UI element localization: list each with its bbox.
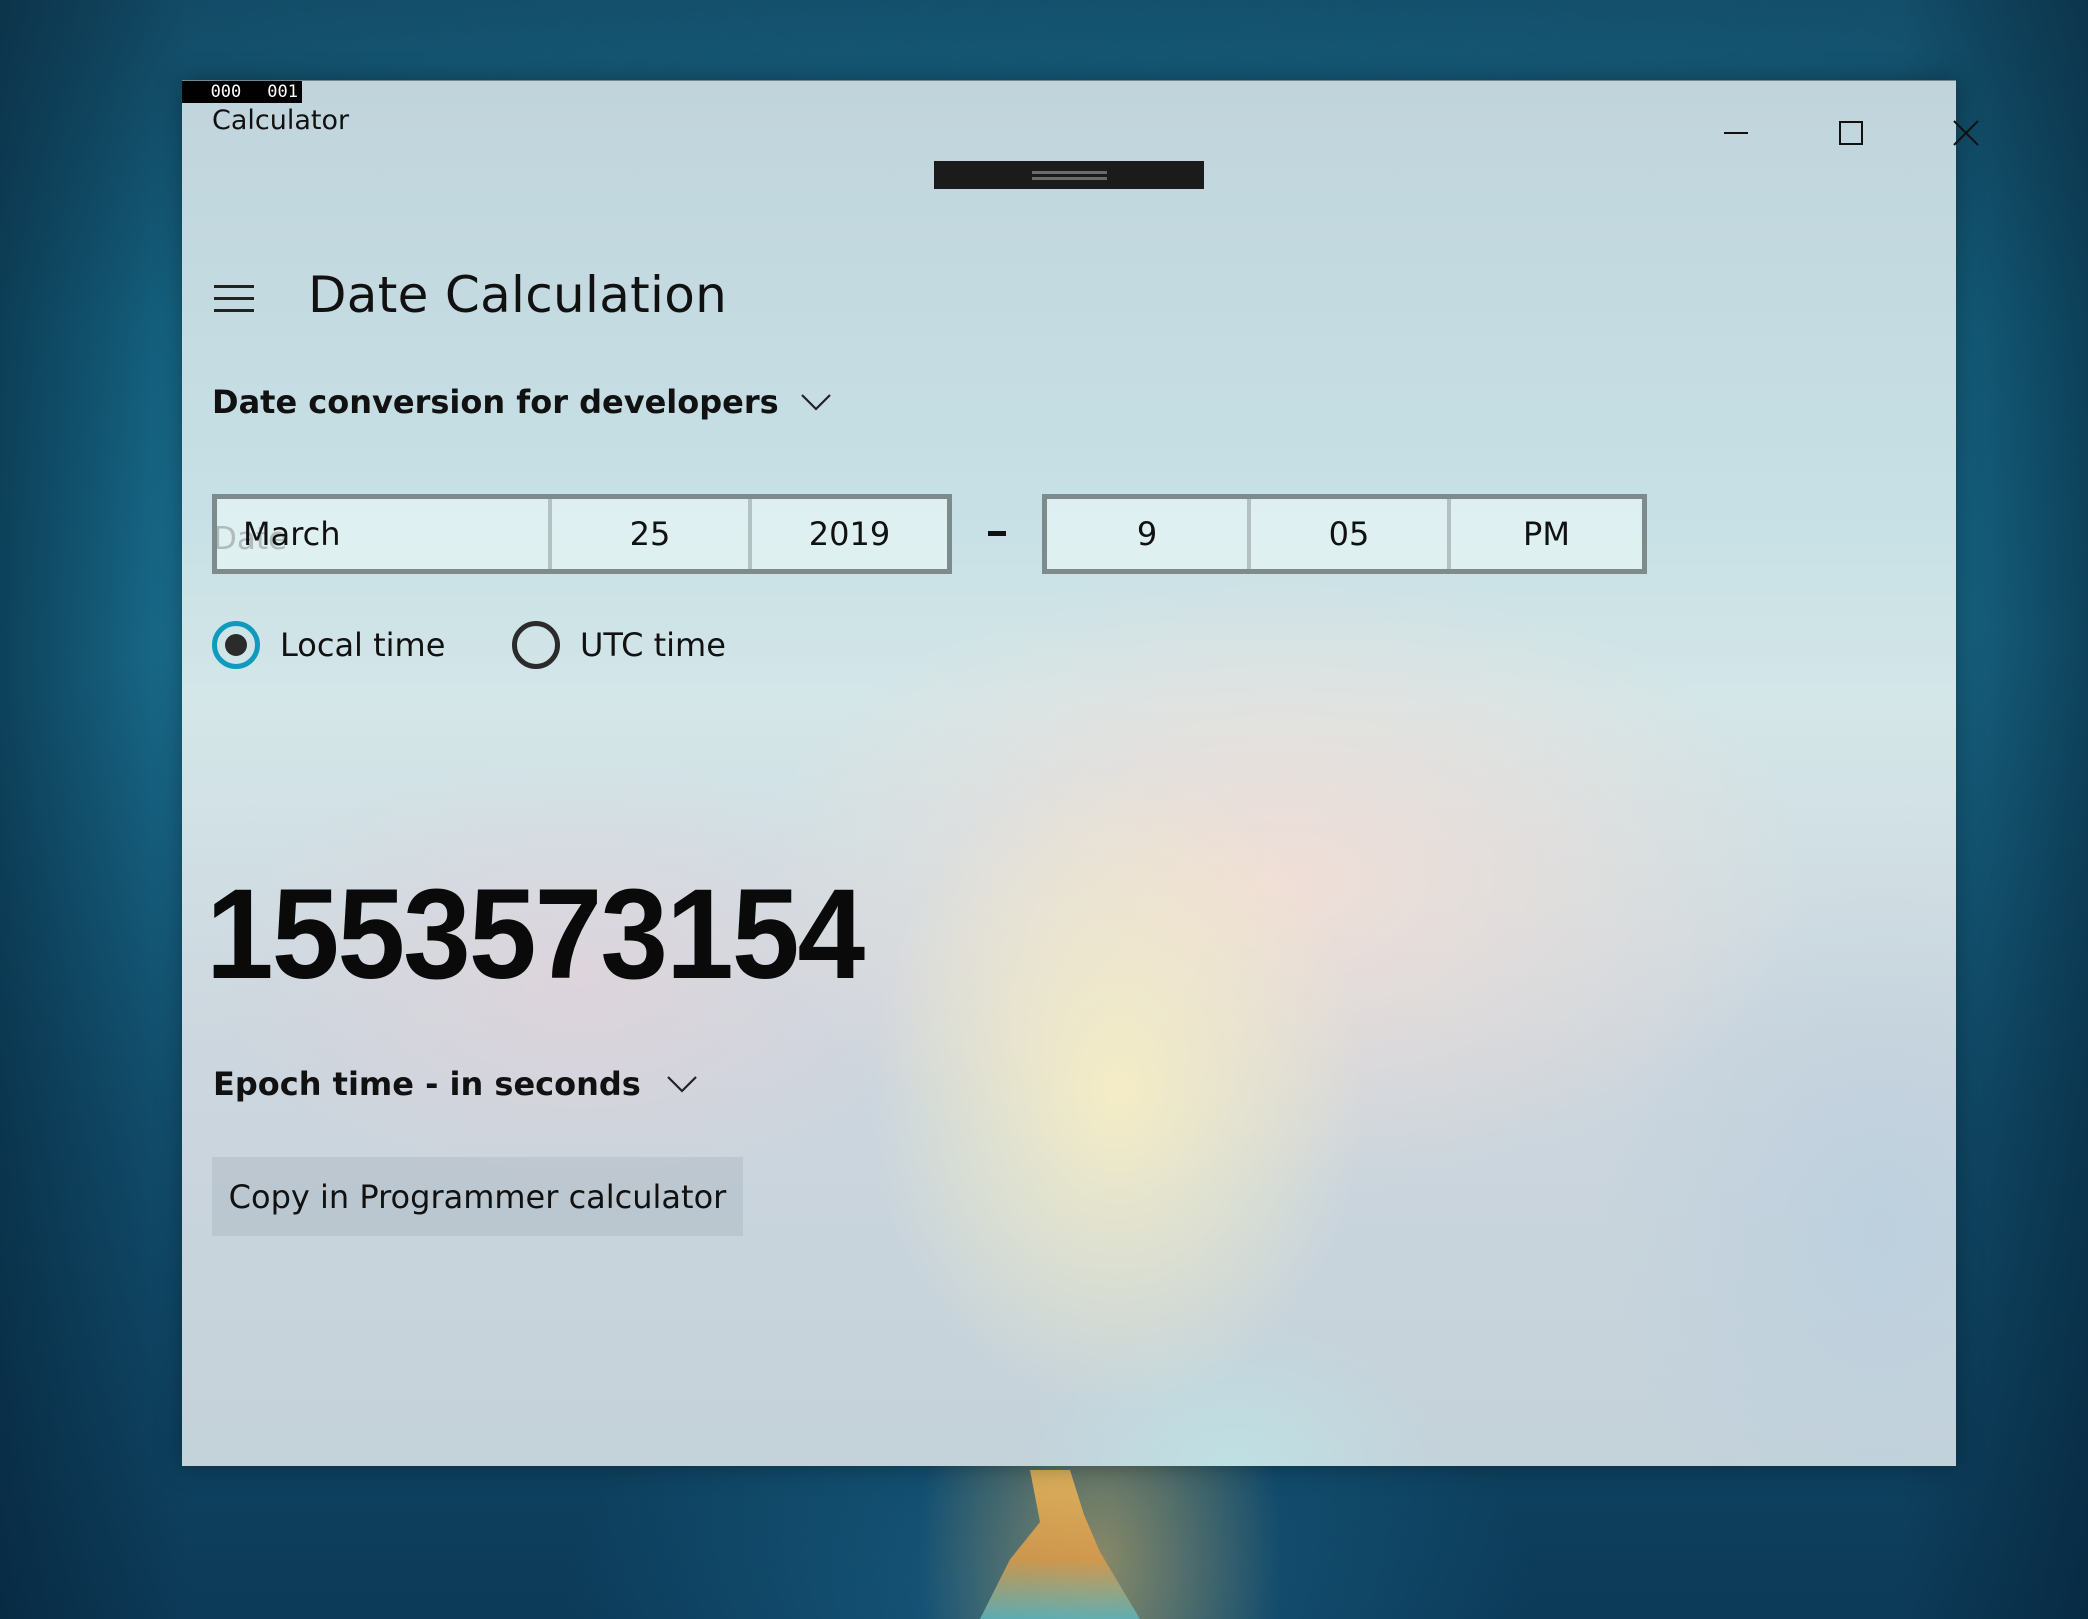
unit-dropdown[interactable]: Epoch time - in seconds bbox=[213, 1065, 697, 1103]
hamburger-menu-icon-bar bbox=[214, 297, 254, 300]
day-selector[interactable]: 25 bbox=[548, 499, 748, 569]
period-selector[interactable]: PM bbox=[1447, 499, 1642, 569]
hour-selector[interactable]: 9 bbox=[1047, 499, 1247, 569]
time-picker[interactable]: 9 05 PM bbox=[1042, 494, 1647, 574]
gripper-line bbox=[1032, 177, 1107, 180]
drag-gripper-handle[interactable] bbox=[934, 161, 1204, 189]
date-time-separator bbox=[988, 531, 1006, 536]
month-selector[interactable]: March bbox=[217, 499, 548, 569]
chevron-down-icon bbox=[667, 1076, 697, 1093]
maximize-button[interactable] bbox=[1793, 101, 1908, 165]
local-time-label: Local time bbox=[280, 626, 446, 664]
utc-time-radio[interactable]: UTC time bbox=[512, 621, 726, 669]
date-picker[interactable]: March 25 2019 bbox=[212, 494, 952, 574]
unit-dropdown-label: Epoch time - in seconds bbox=[213, 1065, 641, 1103]
local-time-radio[interactable]: Local time bbox=[212, 621, 445, 669]
close-icon bbox=[1952, 120, 1979, 146]
minimize-button[interactable] bbox=[1678, 101, 1793, 165]
hamburger-menu-icon-bar bbox=[214, 309, 254, 312]
navigation-menu-button[interactable] bbox=[210, 281, 254, 321]
radio-checked-icon bbox=[212, 621, 260, 669]
year-selector[interactable]: 2019 bbox=[748, 499, 947, 569]
gripper-line bbox=[1032, 171, 1107, 174]
debug-counter-b: 001 bbox=[267, 82, 298, 102]
radio-unchecked-icon bbox=[512, 621, 560, 669]
mode-dropdown-label: Date conversion for developers bbox=[212, 383, 779, 421]
debug-counter-a: 000 bbox=[210, 82, 242, 102]
result-value: 1553573154 bbox=[206, 863, 865, 1006]
chevron-down-icon bbox=[800, 394, 831, 411]
hamburger-menu-icon bbox=[214, 285, 254, 288]
close-button[interactable] bbox=[1908, 101, 2023, 165]
mode-dropdown[interactable]: Date conversion for developers bbox=[212, 383, 831, 421]
page-title: Date Calculation bbox=[308, 266, 728, 324]
copy-in-programmer-button[interactable]: Copy in Programmer calculator bbox=[212, 1157, 743, 1236]
minimize-icon bbox=[1723, 132, 1748, 134]
maximize-icon bbox=[1838, 121, 1863, 145]
window-title: Calculator bbox=[212, 105, 350, 136]
calculator-window: 000 001 Calculator Date Calculation Date… bbox=[182, 80, 1979, 1466]
debug-frame-counter: 000 001 bbox=[182, 81, 302, 103]
minute-selector[interactable]: 05 bbox=[1247, 499, 1447, 569]
utc-time-label: UTC time bbox=[580, 626, 726, 664]
